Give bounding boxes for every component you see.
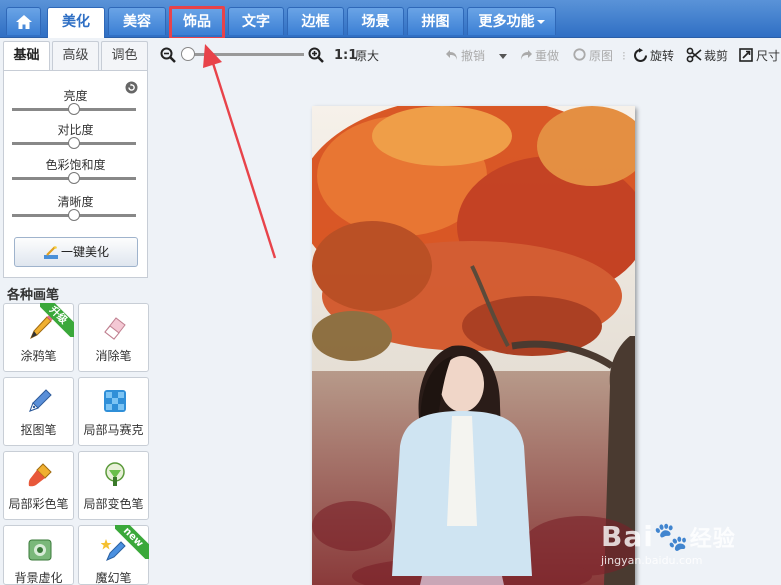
baidu-watermark: Bai🐾经验 jingyan.baidu.com — [601, 520, 751, 572]
watermark-brand: Bai — [601, 520, 654, 553]
watermark-url: jingyan.baidu.com — [601, 554, 703, 567]
watermark-paw-icon: 🐾 — [653, 520, 690, 553]
watermark-brand-suffix: 经验 — [689, 527, 736, 552]
annotation-arrow — [203, 44, 277, 259]
